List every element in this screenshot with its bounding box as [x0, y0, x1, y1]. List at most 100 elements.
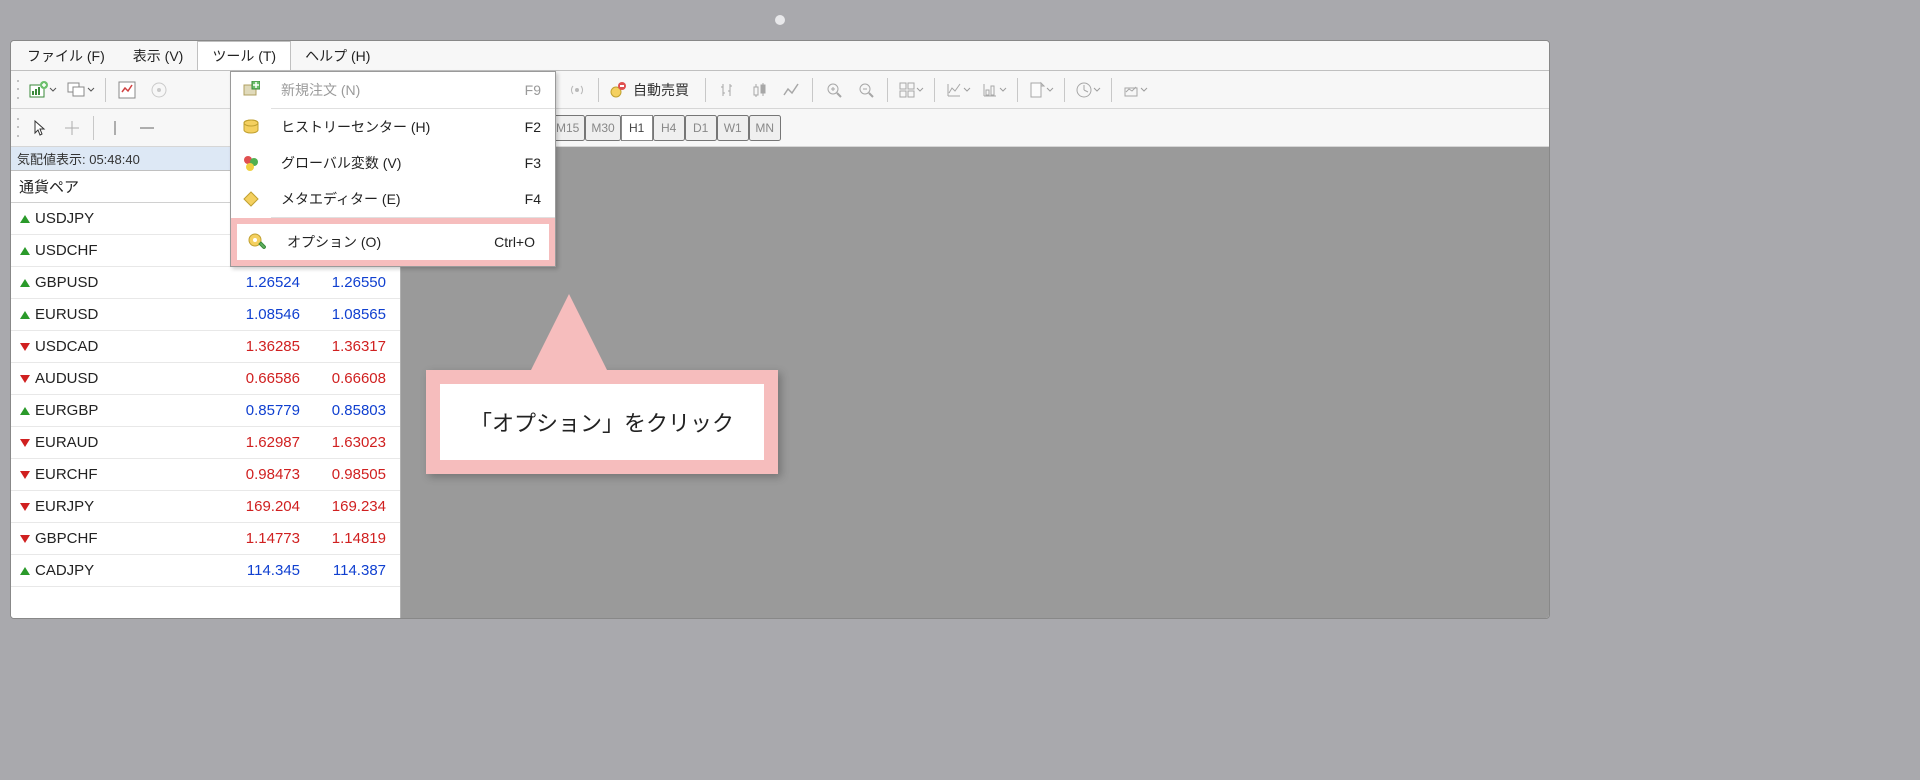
auto-trading-label: 自動売買 — [627, 80, 695, 100]
pair-symbol: CADJPY — [33, 562, 220, 579]
direction-down-icon — [11, 341, 33, 353]
menu-globals-shortcut: F3 — [485, 155, 555, 171]
toolbar-separator — [934, 78, 935, 102]
signals-button[interactable] — [562, 75, 592, 105]
menu-editor-label: メタエディター (E) — [271, 189, 485, 209]
cursor-button[interactable] — [25, 113, 55, 143]
pair-row[interactable]: EURGBP0.857790.85803 — [11, 395, 400, 427]
timeframe-w1[interactable]: W1 — [717, 115, 749, 141]
menu-new-order-label: 新規注文 (N) — [271, 80, 485, 100]
pair-symbol: USDCHF — [33, 242, 220, 259]
new-chart-button[interactable] — [25, 75, 61, 105]
pair-symbol: USDCAD — [33, 338, 220, 355]
timeframe-d1[interactable]: D1 — [685, 115, 717, 141]
chevron-down-icon — [1140, 87, 1148, 93]
pair-bid: 1.26524 — [220, 274, 310, 291]
data-window-button[interactable] — [144, 75, 174, 105]
pair-ask: 1.14819 — [310, 530, 400, 547]
menu-globals-label: グローバル変数 (V) — [271, 153, 485, 173]
settings-button[interactable] — [1118, 75, 1152, 105]
candle-chart-button[interactable] — [744, 75, 774, 105]
timeframe-h4[interactable]: H4 — [653, 115, 685, 141]
menu-history-label: ヒストリーセンター (H) — [271, 117, 485, 137]
pair-row[interactable]: USDCAD1.362851.36317 — [11, 331, 400, 363]
direction-up-icon — [11, 405, 33, 417]
menu-metaeditor[interactable]: メタエディター (E) F4 — [231, 181, 555, 217]
toolbar-grip[interactable] — [15, 77, 21, 103]
menubar: ファイル (F) 表示 (V) ツール (T) ヘルプ (H) — [11, 41, 1549, 71]
toolbar-grip[interactable] — [15, 115, 21, 141]
menu-view[interactable]: 表示 (V) — [119, 41, 198, 70]
menu-editor-shortcut: F4 — [485, 191, 555, 207]
pair-ask: 1.08565 — [310, 306, 400, 323]
direction-down-icon — [11, 437, 33, 449]
bar-chart-button[interactable] — [712, 75, 742, 105]
pair-ask: 0.85803 — [310, 402, 400, 419]
pair-row[interactable]: GBPCHF1.147731.14819 — [11, 523, 400, 555]
pair-row[interactable]: GBPUSD1.265241.26550 — [11, 267, 400, 299]
pair-ask: 114.387 — [310, 562, 400, 579]
market-watch-button[interactable] — [112, 75, 142, 105]
auto-trading-button[interactable]: 自動売買 — [605, 75, 699, 105]
menu-options-shortcut: Ctrl+O — [479, 234, 549, 250]
menu-new-order[interactable]: 新規注文 (N) F9 — [231, 72, 555, 108]
pair-symbol: EURCHF — [33, 466, 220, 483]
pair-row[interactable]: AUDUSD0.665860.66608 — [11, 363, 400, 395]
tile-windows-button[interactable] — [894, 75, 928, 105]
templates-button[interactable] — [1024, 75, 1058, 105]
pair-row[interactable]: EURAUD1.629871.63023 — [11, 427, 400, 459]
pair-row[interactable]: EURJPY169.204169.234 — [11, 491, 400, 523]
vertical-line-button[interactable] — [100, 113, 130, 143]
chevron-down-icon — [49, 87, 57, 93]
direction-down-icon — [11, 501, 33, 513]
pair-symbol: EURGBP — [33, 402, 220, 419]
pair-row[interactable]: EURUSD1.085461.08565 — [11, 299, 400, 331]
pair-bid: 114.345 — [220, 562, 310, 579]
direction-down-icon — [11, 533, 33, 545]
pair-bid: 0.98473 — [220, 466, 310, 483]
pair-ask: 1.26550 — [310, 274, 400, 291]
timeframe-h1[interactable]: H1 — [621, 115, 653, 141]
periods-button[interactable] — [977, 75, 1011, 105]
globals-icon — [231, 154, 271, 172]
menu-global-vars[interactable]: グローバル変数 (V) F3 — [231, 145, 555, 181]
menu-file[interactable]: ファイル (F) — [13, 41, 119, 70]
menu-tools[interactable]: ツール (T) — [197, 41, 291, 70]
chevron-down-icon — [963, 87, 971, 93]
chevron-down-icon — [87, 87, 95, 93]
indicators-button[interactable] — [941, 75, 975, 105]
profiles-button[interactable] — [63, 75, 99, 105]
direction-up-icon — [11, 565, 33, 577]
direction-down-icon — [11, 469, 33, 481]
chevron-down-icon — [999, 87, 1007, 93]
pair-symbol: EURAUD — [33, 434, 220, 451]
app-window: ファイル (F) 表示 (V) ツール (T) ヘルプ (H) 新規注文 (N)… — [10, 40, 1550, 619]
direction-up-icon — [11, 213, 33, 225]
menu-options[interactable]: オプション (O) Ctrl+O — [237, 224, 549, 260]
menu-options-label: オプション (O) — [277, 232, 479, 252]
menu-new-order-shortcut: F9 — [485, 82, 555, 98]
pair-row[interactable]: EURCHF0.984730.98505 — [11, 459, 400, 491]
pair-bid: 169.204 — [220, 498, 310, 515]
zoom-out-button[interactable] — [851, 75, 881, 105]
direction-up-icon — [11, 277, 33, 289]
horizontal-line-button[interactable] — [132, 113, 162, 143]
line-chart-button[interactable] — [776, 75, 806, 105]
pair-row[interactable]: CADJPY114.345114.387 — [11, 555, 400, 587]
callout-arrow — [524, 294, 614, 384]
pair-symbol: AUDUSD — [33, 370, 220, 387]
crosshair-button[interactable] — [57, 113, 87, 143]
zoom-in-button[interactable] — [819, 75, 849, 105]
pair-bid: 1.36285 — [220, 338, 310, 355]
callout-text: 「オプション」をクリック — [470, 411, 734, 436]
timeframe-m30[interactable]: M30 — [585, 115, 620, 141]
editor-icon — [231, 190, 271, 208]
menu-history-center[interactable]: ヒストリーセンター (H) F2 — [231, 109, 555, 145]
toolbar-separator — [105, 78, 106, 102]
pair-ask: 1.63023 — [310, 434, 400, 451]
time-button[interactable] — [1071, 75, 1105, 105]
toolbar-separator — [812, 78, 813, 102]
pair-symbol: GBPUSD — [33, 274, 220, 291]
timeframe-mn[interactable]: MN — [749, 115, 781, 141]
menu-help[interactable]: ヘルプ (H) — [291, 41, 384, 70]
